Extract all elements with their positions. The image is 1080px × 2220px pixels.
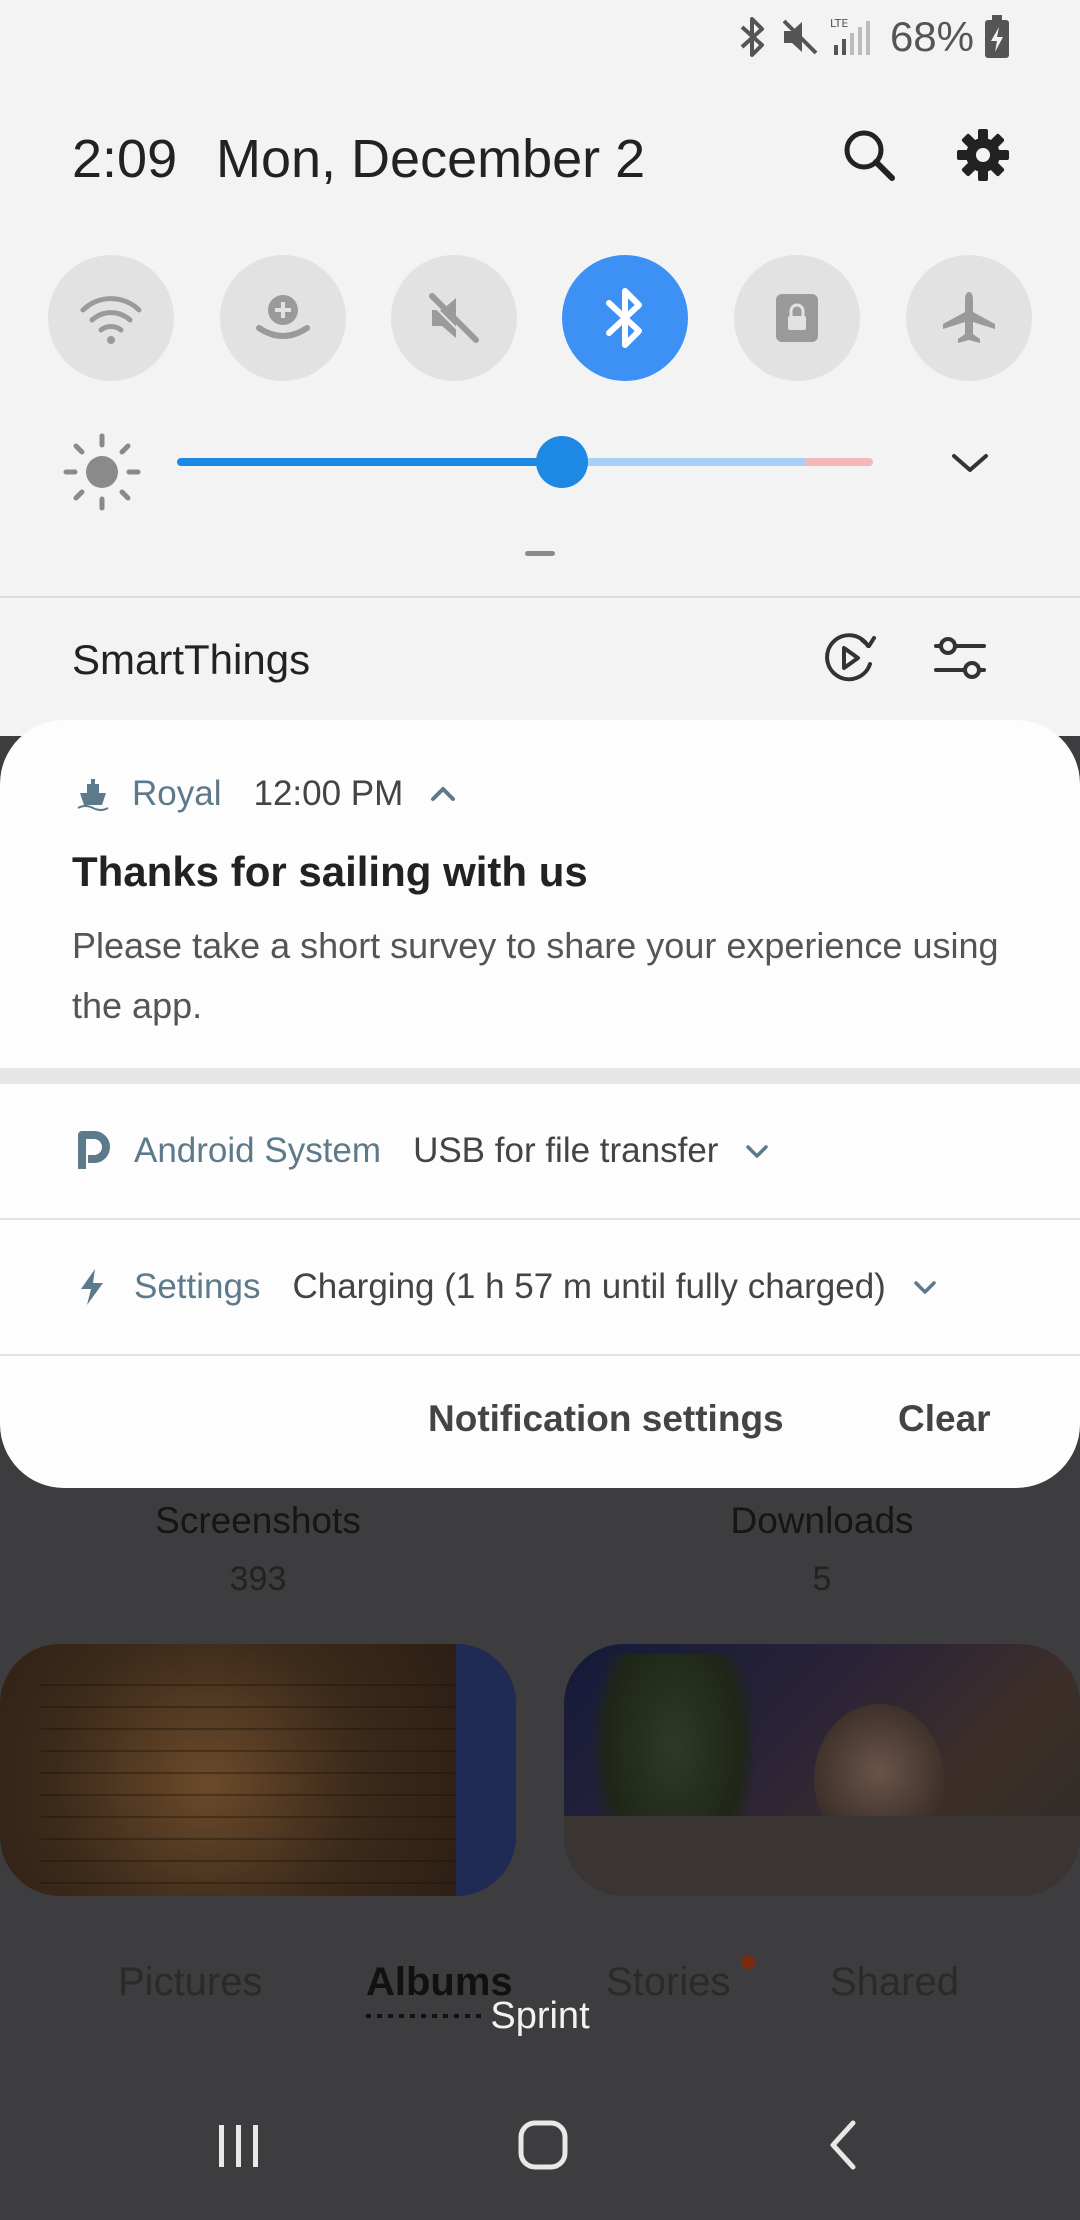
notification-charging[interactable]: Settings Charging (1 h 57 m until fully … (0, 1220, 1080, 1354)
album-name-screenshots: Screenshots (155, 1500, 361, 1541)
back-icon (830, 2120, 856, 2170)
recent-apps-button[interactable] (164, 2070, 314, 2220)
gear-icon (957, 129, 1009, 181)
smart-view-icon (825, 633, 876, 682)
album-count-screenshots: 393 (229, 1560, 287, 1598)
notification-text: USB for file transfer (413, 1131, 719, 1170)
mute-icon (782, 19, 818, 55)
brightness-slider-thumb[interactable] (536, 436, 588, 488)
sound-toggle[interactable] (391, 255, 517, 381)
divider (0, 596, 1080, 598)
bluetooth-icon (606, 288, 642, 348)
notification-settings-button[interactable]: Notification settings (428, 1398, 784, 1440)
clock: 2:09 (72, 129, 178, 189)
charging-bolt-icon (81, 1269, 103, 1305)
mobile-hotspot-toggle[interactable] (220, 255, 346, 381)
chevron-down-icon (952, 454, 988, 472)
android-system-icon (78, 1131, 110, 1169)
svg-text:LTE: LTE (830, 17, 848, 30)
wifi-toggle[interactable] (48, 255, 174, 381)
date: Mon, December 2 (216, 129, 646, 189)
carrier-label: Sprint (490, 1995, 590, 2037)
album-thumbnail-downloads (564, 1644, 1080, 1896)
divider (0, 1354, 1080, 1356)
new-badge-dot (741, 1955, 755, 1969)
notification-royal[interactable]: Royal 12:00 PM Thanks for sailing with u… (0, 720, 1080, 1066)
notification-group-separator (0, 1068, 1080, 1084)
home-icon (518, 2120, 568, 2170)
smartthings-label: SmartThings (72, 636, 311, 683)
ship-icon (77, 779, 109, 811)
expand-notification-button[interactable] (910, 1272, 940, 1302)
notification-android-system[interactable]: Android System USB for file transfer (0, 1084, 1080, 1218)
notification-panel: Royal 12:00 PM Thanks for sailing with u… (0, 720, 1080, 1488)
notification-time: 12:00 PM (253, 774, 404, 813)
brightness-slider-fill (177, 458, 562, 466)
status-bar: LTE 68% (736, 12, 1010, 62)
battery-percent: 68% (889, 13, 974, 60)
chevron-down-icon (746, 1145, 769, 1158)
notification-app-name: Royal (132, 774, 222, 813)
recent-apps-icon (219, 2125, 258, 2167)
expand-notification-button[interactable] (742, 1136, 772, 1166)
home-button[interactable] (468, 2070, 618, 2220)
settings-button[interactable] (948, 120, 1018, 190)
notification-text: Charging (1 h 57 m until fully charged) (292, 1267, 886, 1306)
search-button[interactable] (834, 120, 904, 190)
mobile-hotspot-icon (256, 295, 310, 339)
bluetooth-icon (740, 17, 764, 57)
rotation-lock-icon (776, 294, 818, 342)
expand-quick-settings-button[interactable] (940, 438, 1000, 488)
collapse-notification-button[interactable] (429, 784, 457, 804)
album-name-downloads: Downloads (730, 1500, 914, 1541)
notification-header: Royal 12:00 PM (76, 774, 457, 814)
brightness-slider-track[interactable] (562, 458, 805, 466)
chevron-up-icon (431, 787, 456, 801)
rotation-lock-toggle[interactable] (734, 255, 860, 381)
airplane-mode-toggle[interactable] (906, 255, 1032, 381)
brightness-slider-track-end (805, 458, 873, 466)
notification-app-name: Settings (134, 1267, 261, 1306)
brightness-icon (63, 433, 141, 511)
chevron-down-icon (914, 1281, 936, 1294)
smart-view-button[interactable] (818, 626, 882, 690)
sound-mute-icon (427, 293, 479, 345)
smartthings-devices-button[interactable] (928, 626, 992, 690)
battery-charging-icon (985, 15, 1009, 58)
notification-title: Thanks for sailing with us (72, 848, 588, 895)
device-controls-icon (934, 637, 986, 679)
bluetooth-toggle[interactable] (562, 255, 688, 381)
notification-app-name: Android System (134, 1131, 382, 1170)
notification-shade: LTE 68% 2:09 Mon, December 2 SmartThings… (0, 0, 1080, 1488)
wifi-icon (80, 296, 142, 344)
notification-body: Please take a short survey to share your… (72, 925, 999, 1026)
lte-signal-icon: LTE (830, 17, 870, 55)
album-count-downloads: 5 (812, 1560, 832, 1598)
back-button[interactable] (770, 2070, 920, 2220)
airplane-icon (943, 292, 995, 343)
drag-handle[interactable] (525, 551, 555, 556)
search-icon (844, 130, 895, 181)
album-thumbnail-screenshots (0, 1644, 516, 1896)
navigation-bar (0, 2070, 1080, 2220)
clear-all-button[interactable]: Clear (898, 1398, 991, 1440)
